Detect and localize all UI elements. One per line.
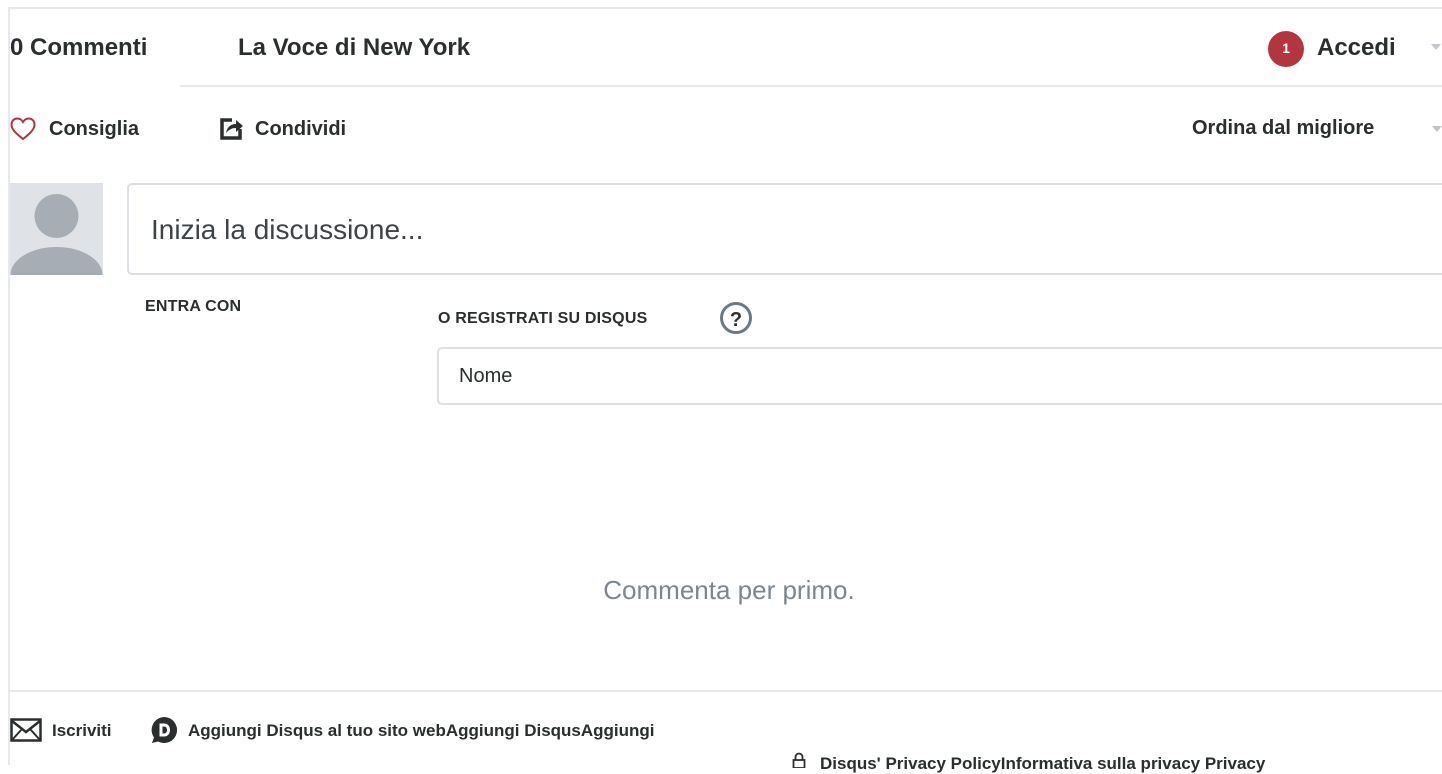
comment-count-tab[interactable]: 0 Commenti (10, 34, 147, 62)
subscribe-link[interactable]: Iscriviti (52, 721, 112, 741)
sort-caret-down-icon[interactable] (1432, 126, 1442, 132)
disqus-logo-icon[interactable] (150, 716, 178, 744)
heart-icon[interactable] (10, 117, 36, 141)
privacy-policy-link[interactable]: Disqus' Privacy PolicyInformativa sulla … (820, 754, 1265, 774)
recommend-button[interactable]: Consiglia (49, 118, 139, 141)
top-divider (10, 7, 1442, 9)
login-button[interactable]: Accedi (1317, 34, 1396, 62)
nav-divider (180, 85, 1442, 87)
register-label: O REGISTRATI SU DISQUS (438, 310, 648, 327)
avatar-placeholder-icon (10, 183, 103, 275)
login-with-label: ENTRA CON (145, 298, 242, 315)
footer-divider (10, 690, 1442, 692)
forum-name-tab[interactable]: La Voce di New York (238, 34, 470, 62)
sort-dropdown[interactable]: Ordina dal migliore (1192, 117, 1374, 140)
name-input[interactable] (437, 347, 1442, 405)
mail-icon[interactable] (10, 718, 42, 742)
share-button[interactable]: Condividi (255, 118, 346, 141)
share-icon[interactable] (218, 116, 244, 142)
notification-badge[interactable]: 1 (1268, 31, 1304, 67)
comment-composer[interactable]: Inizia la discussione... (127, 183, 1442, 275)
empty-state-message: Commenta per primo. (603, 575, 855, 605)
composer-placeholder: Inizia la discussione... (151, 214, 424, 245)
login-caret-down-icon[interactable] (1431, 44, 1441, 50)
lock-icon (792, 752, 806, 769)
add-disqus-link[interactable]: Aggiungi Disqus al tuo sito webAggiungi … (188, 721, 655, 741)
help-icon[interactable]: ? (720, 302, 752, 334)
